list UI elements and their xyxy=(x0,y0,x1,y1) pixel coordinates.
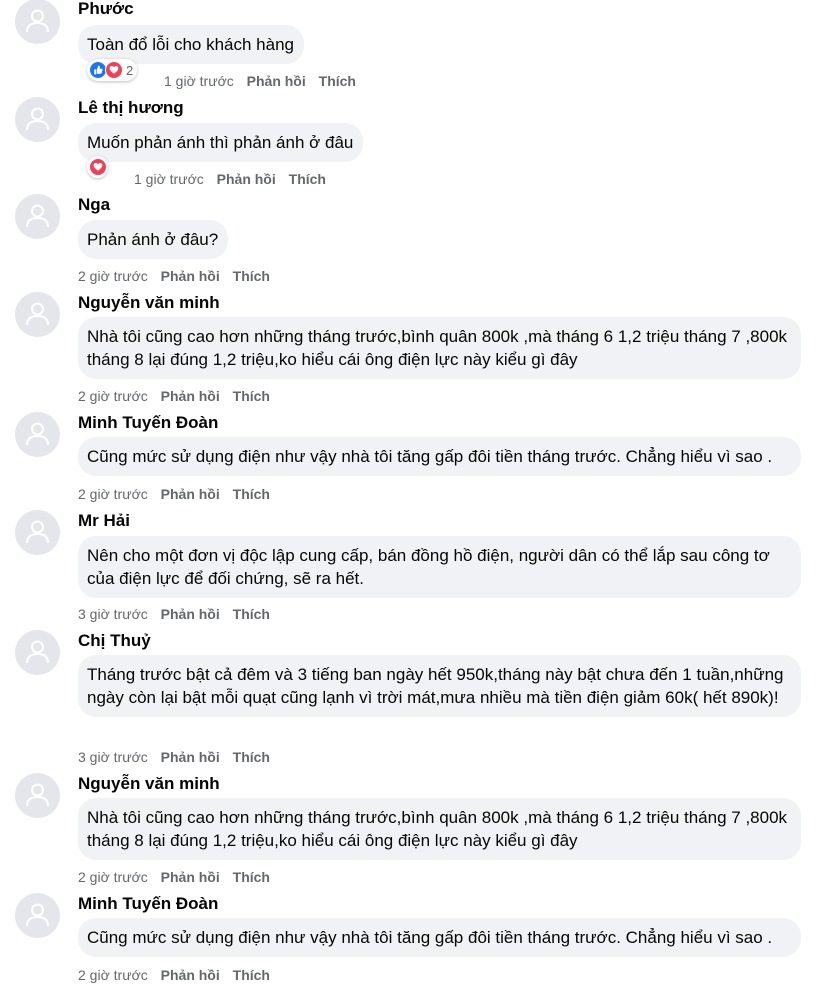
avatar[interactable] xyxy=(15,412,60,457)
avatar[interactable] xyxy=(15,0,60,44)
user-silhouette-icon xyxy=(26,783,49,807)
reply-button[interactable]: Phản hồi xyxy=(217,171,276,187)
comment-meta: 2 giờ trước Phản hồi Thích xyxy=(78,869,279,885)
commenter-name[interactable]: Chị Thuỷ xyxy=(78,631,151,651)
comment-text: Cũng mức sử dụng điện như vậy nhà tôi tă… xyxy=(78,918,801,957)
user-silhouette-icon xyxy=(26,107,49,131)
user-silhouette-icon xyxy=(26,204,49,228)
reply-button[interactable]: Phản hồi xyxy=(161,869,220,885)
comment-text: Muốn phản ánh thì phản ánh ở đâu xyxy=(78,123,364,162)
like-button[interactable]: Thích xyxy=(289,171,326,187)
avatar[interactable] xyxy=(15,194,60,239)
commenter-name[interactable]: Mr Hải xyxy=(78,511,130,531)
comment-meta: 3 giờ trước Phản hồi Thích xyxy=(78,606,279,622)
commenter-name[interactable]: Phước xyxy=(78,0,134,19)
commenter-name[interactable]: Nguyễn văn minh xyxy=(78,293,220,313)
reply-button[interactable]: Phản hồi xyxy=(161,268,220,284)
reply-button[interactable]: Phản hồi xyxy=(161,606,220,622)
avatar[interactable] xyxy=(15,97,60,142)
user-silhouette-icon xyxy=(26,422,49,446)
timestamp[interactable]: 1 giờ trước xyxy=(134,171,204,187)
comment-meta: 3 giờ trước Phản hồi Thích xyxy=(78,749,279,765)
heart-icon xyxy=(89,158,107,176)
reply-button[interactable]: Phản hồi xyxy=(161,486,220,502)
reactions[interactable] xyxy=(87,156,108,178)
commenter-name[interactable]: Nguyễn văn minh xyxy=(78,774,220,794)
like-button[interactable]: Thích xyxy=(319,73,356,89)
timestamp[interactable]: 1 giờ trước xyxy=(164,73,234,89)
comment-text: Tháng trước bật cả đêm và 3 tiếng ban ng… xyxy=(78,655,801,717)
like-button[interactable]: Thích xyxy=(233,967,270,983)
like-button[interactable]: Thích xyxy=(233,869,270,885)
comment-meta: 2 giờ trước Phản hồi Thích xyxy=(78,967,279,983)
reply-button[interactable]: Phản hồi xyxy=(161,967,220,983)
commenter-name[interactable]: Nga xyxy=(78,195,110,215)
heart-icon xyxy=(105,61,123,79)
user-silhouette-icon xyxy=(26,640,49,664)
like-button[interactable]: Thích xyxy=(233,268,270,284)
comment-meta: 2 giờ trước Phản hồi Thích xyxy=(78,486,279,502)
commenter-name[interactable]: Minh Tuyến Đoàn xyxy=(78,413,218,433)
user-silhouette-icon xyxy=(26,302,49,326)
comment-meta: 1 giờ trước Phản hồi Thích xyxy=(164,73,365,89)
timestamp[interactable]: 2 giờ trước xyxy=(78,268,148,284)
commenter-name[interactable]: Lê thị hương xyxy=(78,98,184,118)
user-silhouette-icon xyxy=(26,520,49,544)
avatar[interactable] xyxy=(15,630,60,675)
like-button[interactable]: Thích xyxy=(233,606,270,622)
reply-button[interactable]: Phản hồi xyxy=(247,73,306,89)
like-button[interactable]: Thích xyxy=(233,486,270,502)
user-silhouette-icon xyxy=(26,9,49,33)
timestamp[interactable]: 2 giờ trước xyxy=(78,486,148,502)
reply-button[interactable]: Phản hồi xyxy=(161,749,220,765)
comment-text: Nhà tôi cũng cao hơn những tháng trước,b… xyxy=(78,798,801,860)
avatar[interactable] xyxy=(15,292,60,337)
comment-text: Phản ánh ở đâu? xyxy=(78,220,229,259)
avatar[interactable] xyxy=(15,773,60,818)
like-button[interactable]: Thích xyxy=(233,749,270,765)
avatar[interactable] xyxy=(15,893,60,938)
user-silhouette-icon xyxy=(26,903,49,927)
reaction-count: 2 xyxy=(126,62,134,78)
comment-meta: 1 giờ trước Phản hồi Thích xyxy=(134,171,335,187)
avatar[interactable] xyxy=(15,510,60,555)
reply-button[interactable]: Phản hồi xyxy=(161,388,220,404)
timestamp[interactable]: 2 giờ trước xyxy=(78,967,148,983)
timestamp[interactable]: 2 giờ trước xyxy=(78,869,148,885)
comment-text: Nên cho một đơn vị độc lập cung cấp, bán… xyxy=(78,536,801,598)
timestamp[interactable]: 2 giờ trước xyxy=(78,388,148,404)
like-button[interactable]: Thích xyxy=(233,388,270,404)
commenter-name[interactable]: Minh Tuyến Đoàn xyxy=(78,894,218,914)
comment-meta: 2 giờ trước Phản hồi Thích xyxy=(78,268,279,284)
timestamp[interactable]: 3 giờ trước xyxy=(78,749,148,765)
reactions[interactable]: 2 xyxy=(87,59,138,81)
comment-text: Cũng mức sử dụng điện như vậy nhà tôi tă… xyxy=(78,437,801,476)
comment-meta: 2 giờ trước Phản hồi Thích xyxy=(78,388,279,404)
comment-text: Nhà tôi cũng cao hơn những tháng trước,b… xyxy=(78,317,801,379)
timestamp[interactable]: 3 giờ trước xyxy=(78,606,148,622)
